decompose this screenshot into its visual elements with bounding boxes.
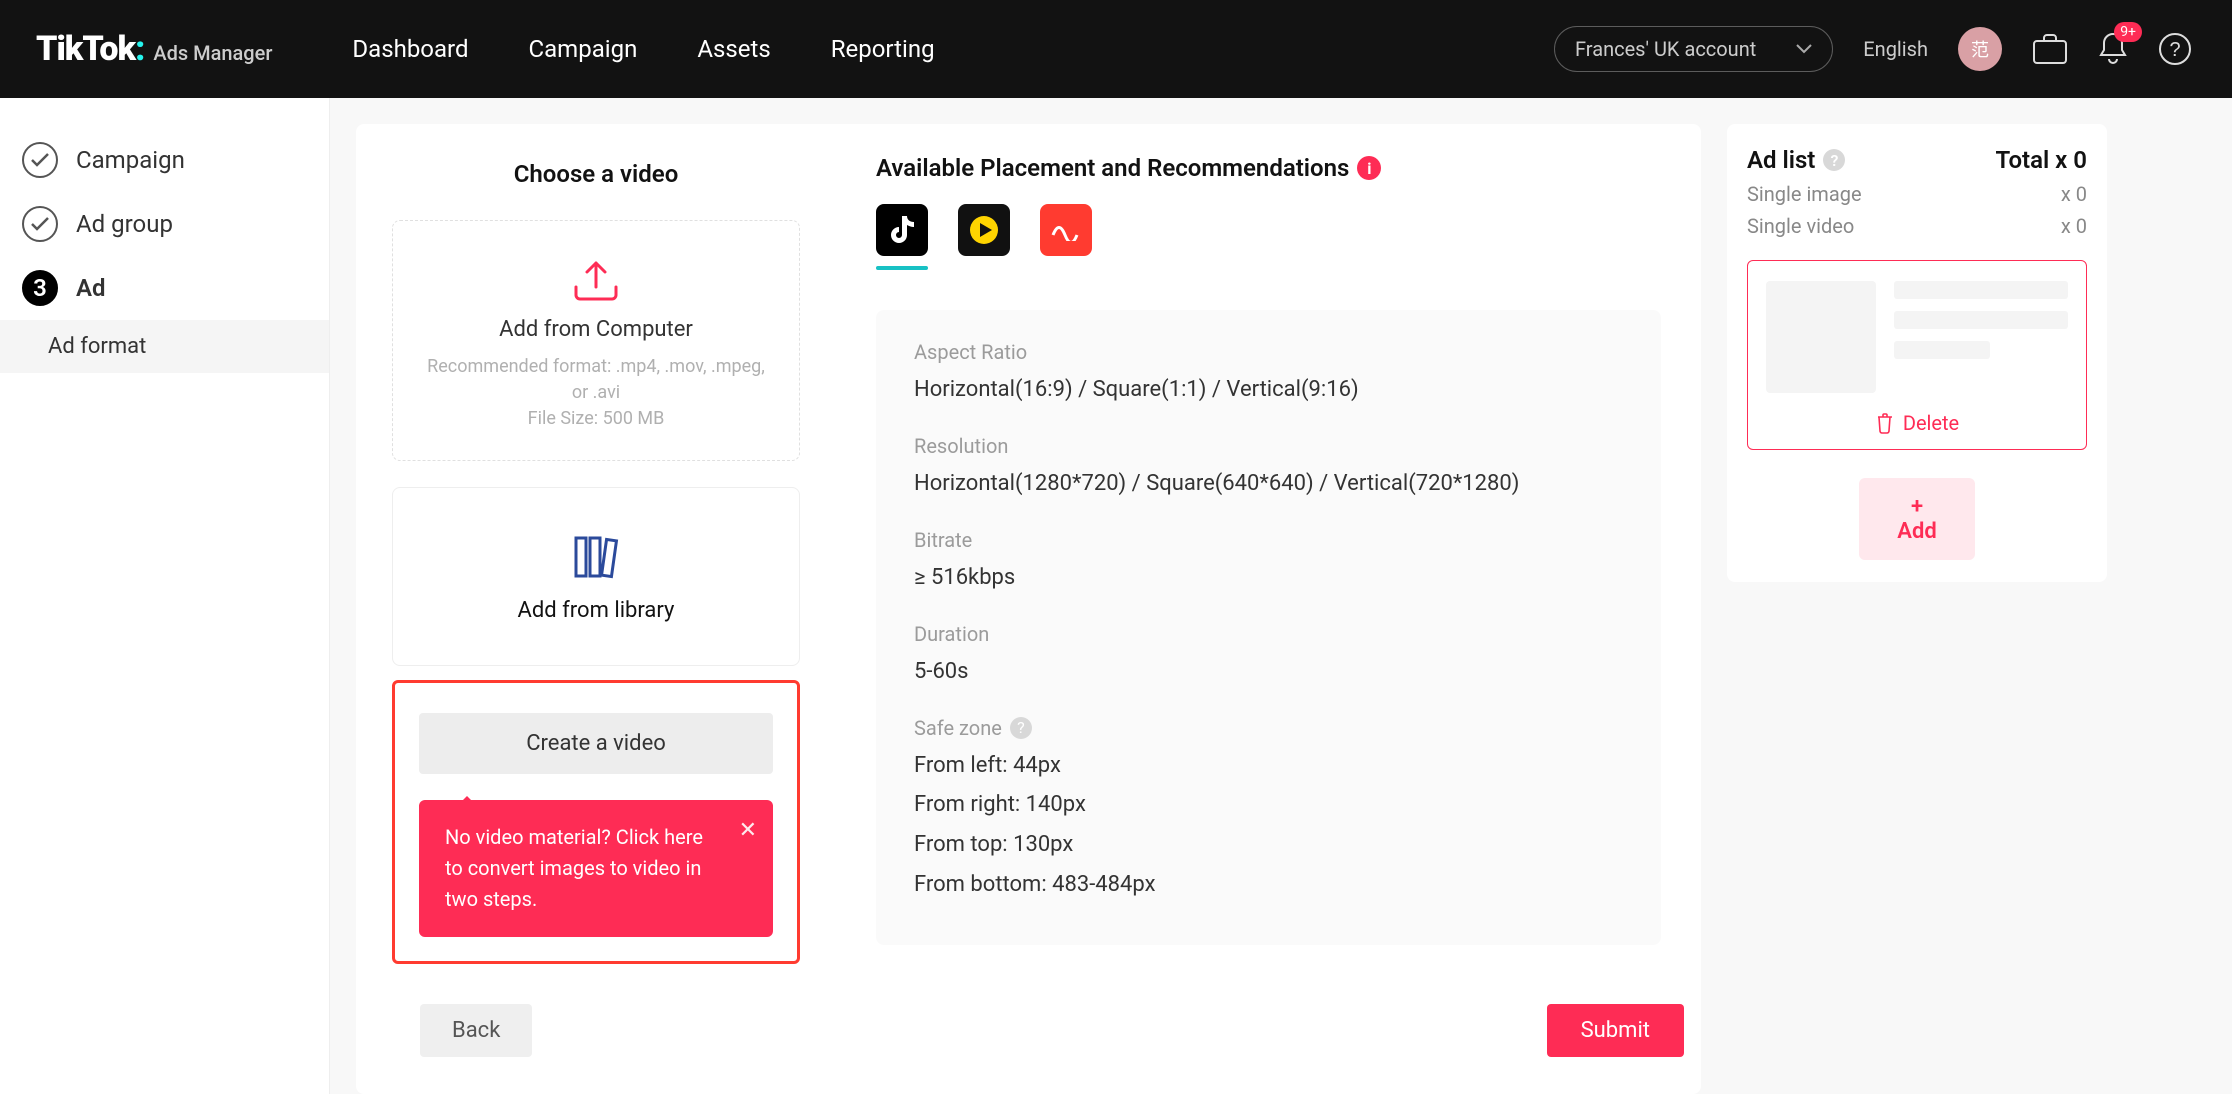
notification-badge: 9+ — [2114, 22, 2142, 42]
placement-underline — [876, 266, 928, 270]
chevron-down-icon — [1796, 44, 1812, 54]
tiktok-icon — [887, 214, 917, 246]
check-icon — [22, 142, 58, 178]
create-video-tooltip: No video material? Click here to convert… — [419, 800, 773, 937]
skeleton-thumbnail — [1766, 281, 1876, 393]
skeleton-row — [1766, 281, 2068, 393]
step-label: Ad — [76, 274, 106, 302]
spec-safezone-values: From left: 44px From right: 140px From t… — [914, 750, 1623, 902]
trash-icon — [1875, 412, 1895, 434]
spec-bitrate-value: ≥ 516kbps — [914, 562, 1623, 594]
spec-resolution-value: Horizontal(1280*720) / Square(640*640) /… — [914, 468, 1623, 500]
upload-title: Add from Computer — [417, 317, 775, 342]
choose-video-column: Choose a video Add from Computer Recomme… — [356, 124, 826, 1094]
spec-duration-value: 5-60s — [914, 656, 1623, 688]
language-selector[interactable]: English — [1863, 37, 1928, 61]
page-body: Campaign Ad group 3 Ad Ad format Choose … — [0, 98, 2232, 1094]
delete-button[interactable]: Delete — [1766, 411, 2068, 435]
close-icon[interactable]: ✕ — [739, 814, 757, 848]
adlist-head: Ad list ? Total x 0 — [1747, 146, 2087, 174]
step-ad[interactable]: 3 Ad — [0, 256, 329, 320]
add-ad-button[interactable]: + Add — [1859, 478, 1975, 560]
account-name: Frances' UK account — [1575, 37, 1756, 61]
topbar: TikTok: Ads Manager Dashboard Campaign A… — [0, 0, 2232, 98]
hint-icon[interactable]: ? — [1823, 149, 1845, 171]
video-specs: Aspect Ratio Horizontal(16:9) / Square(1… — [876, 310, 1661, 945]
brand: TikTok: Ads Manager — [36, 29, 272, 69]
spec-duration-label: Duration — [914, 622, 1623, 646]
spec-safezone-label: Safe zone ? — [914, 716, 1623, 740]
step-label: Ad group — [76, 210, 173, 238]
create-video-highlight: Create a video No video material? Click … — [392, 680, 800, 964]
spec-aspect-value: Horizontal(16:9) / Square(1:1) / Vertica… — [914, 374, 1623, 406]
substep-adformat[interactable]: Ad format — [0, 320, 329, 373]
briefcase-icon[interactable] — [2032, 33, 2068, 65]
upload-icon — [570, 257, 622, 303]
placements-column: Available Placement and Recommendations … — [876, 124, 1701, 1094]
adlist-empty-frame: Delete — [1747, 260, 2087, 450]
adlist-single-image-row: Single image x 0 — [1747, 182, 2087, 206]
step-label: Campaign — [76, 146, 185, 174]
library-title: Add from library — [417, 598, 775, 623]
library-icon — [572, 534, 620, 580]
adlist-heading: Ad list — [1747, 146, 1815, 174]
placements-title: Available Placement and Recommendations … — [876, 154, 1661, 182]
spec-aspect-label: Aspect Ratio — [914, 340, 1623, 364]
spec-resolution-label: Resolution — [914, 434, 1623, 458]
upload-hint-2: File Size: 500 MB — [417, 406, 775, 432]
play-circle-icon — [968, 214, 1000, 246]
back-button[interactable]: Back — [420, 1004, 532, 1057]
brand-logo: TikTok — [36, 29, 135, 69]
adlist-card: Ad list ? Total x 0 Single image x 0 Sin… — [1727, 124, 2107, 582]
adlist-total: Total x 0 — [1996, 146, 2087, 174]
adlist-single-video-row: Single video x 0 — [1747, 214, 2087, 238]
placement-pangle[interactable] — [1040, 204, 1092, 256]
placement-icons — [876, 204, 1661, 256]
step-number: 3 — [22, 270, 58, 306]
info-icon[interactable]: i — [1357, 156, 1381, 180]
placement-tiktok[interactable] — [876, 204, 928, 256]
bell-icon[interactable]: 9+ — [2098, 32, 2128, 66]
main-card: Choose a video Add from Computer Recomme… — [356, 124, 1701, 1094]
main-nav: Dashboard Campaign Assets Reporting — [352, 35, 934, 63]
add-from-library[interactable]: Add from library — [392, 487, 800, 666]
main-area: Choose a video Add from Computer Recomme… — [330, 98, 2232, 1094]
nav-campaign[interactable]: Campaign — [529, 35, 638, 63]
avatar[interactable]: 范 — [1958, 27, 2002, 71]
brand-subtitle: Ads Manager — [153, 41, 272, 65]
step-adgroup[interactable]: Ad group — [0, 192, 329, 256]
submit-button[interactable]: Submit — [1547, 1004, 1684, 1057]
placement-topbuzz[interactable] — [958, 204, 1010, 256]
wave-icon — [1051, 219, 1081, 241]
choose-video-heading: Choose a video — [392, 160, 800, 188]
upload-hint-1: Recommended format: .mp4, .mov, .mpeg, o… — [417, 354, 775, 406]
check-icon — [22, 206, 58, 242]
create-video-button[interactable]: Create a video — [419, 713, 773, 774]
skeleton-lines — [1894, 281, 2068, 393]
steps-sidebar: Campaign Ad group 3 Ad Ad format — [0, 98, 330, 1094]
spec-bitrate-label: Bitrate — [914, 528, 1623, 552]
hint-icon[interactable]: ? — [1010, 717, 1032, 739]
upload-from-computer[interactable]: Add from Computer Recommended format: .m… — [392, 220, 800, 461]
nav-dashboard[interactable]: Dashboard — [352, 35, 468, 63]
help-icon[interactable]: ? — [2158, 32, 2192, 66]
step-campaign[interactable]: Campaign — [0, 128, 329, 192]
tooltip-text: No video material? Click here to convert… — [445, 825, 703, 911]
footer-bar: Back Submit — [382, 986, 1722, 1074]
nav-assets[interactable]: Assets — [697, 35, 770, 63]
nav-reporting[interactable]: Reporting — [831, 35, 935, 63]
svg-text:?: ? — [2169, 39, 2180, 61]
topbar-right: Frances' UK account English 范 9+ ? — [1554, 26, 2192, 72]
account-dropdown[interactable]: Frances' UK account — [1554, 26, 1833, 72]
